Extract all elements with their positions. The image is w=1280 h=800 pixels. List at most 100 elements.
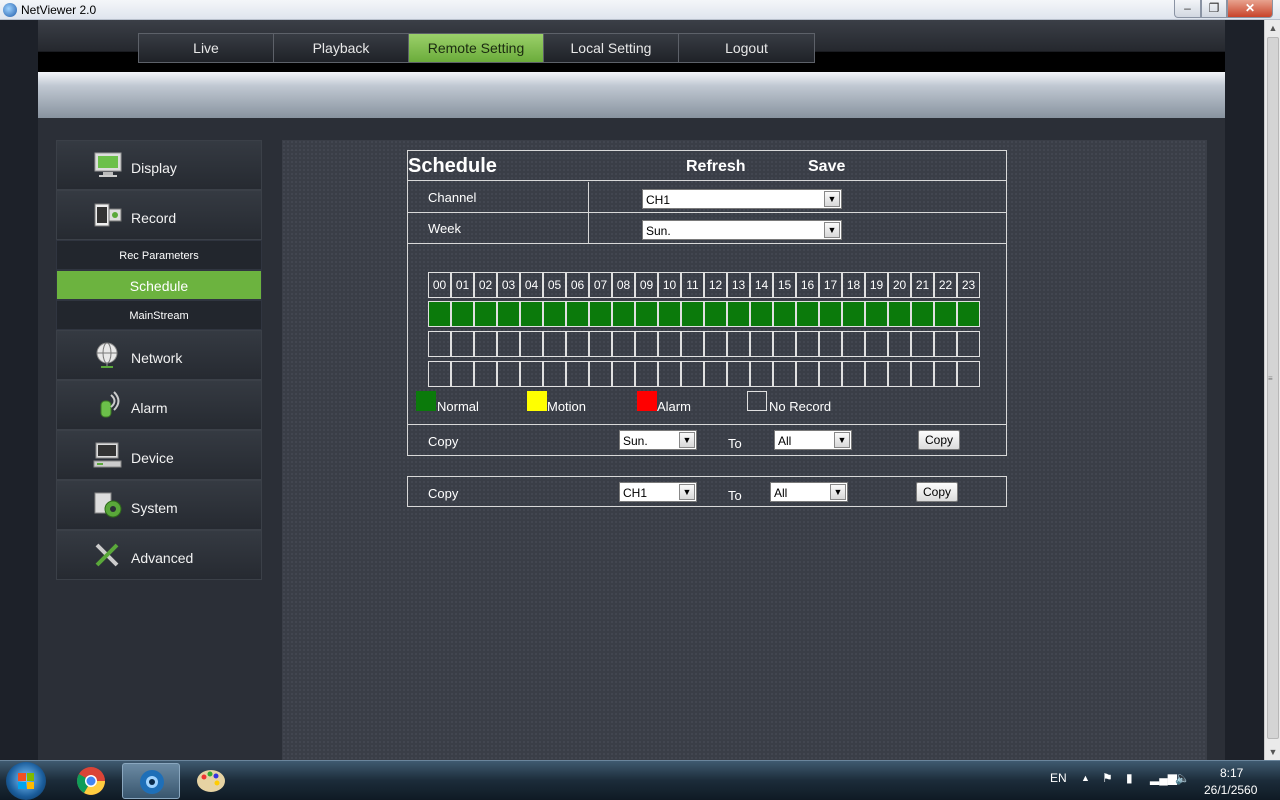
taskbar-paint[interactable] (182, 763, 240, 799)
schedule-slot[interactable] (911, 331, 934, 357)
language-indicator[interactable]: EN (1050, 771, 1067, 785)
schedule-slot[interactable] (727, 301, 750, 327)
schedule-slot[interactable] (520, 301, 543, 327)
schedule-slot[interactable] (819, 331, 842, 357)
schedule-slot[interactable] (543, 301, 566, 327)
schedule-slot[interactable] (865, 301, 888, 327)
schedule-slot[interactable] (842, 331, 865, 357)
schedule-slot[interactable] (865, 331, 888, 357)
schedule-slot[interactable] (566, 301, 589, 327)
schedule-slot[interactable] (635, 301, 658, 327)
scroll-down-icon[interactable]: ▼ (1265, 744, 1280, 760)
tab-local-setting[interactable]: Local Setting (544, 34, 679, 62)
schedule-slot[interactable] (796, 361, 819, 387)
network-signal-icon[interactable]: ▂▄▆ (1150, 771, 1177, 785)
chevron-down-icon[interactable]: ▼ (834, 432, 850, 448)
schedule-slot[interactable] (658, 331, 681, 357)
schedule-slot[interactable] (842, 301, 865, 327)
schedule-slot[interactable] (681, 301, 704, 327)
schedule-slot[interactable] (451, 361, 474, 387)
copy-channel-to-select[interactable]: All ▼ (770, 482, 848, 502)
schedule-slot[interactable] (589, 331, 612, 357)
sidebar-item-network[interactable]: Network (56, 330, 262, 380)
schedule-slot[interactable] (957, 361, 980, 387)
scroll-up-icon[interactable]: ▲ (1265, 20, 1280, 36)
tab-playback[interactable]: Playback (274, 34, 409, 62)
schedule-slot[interactable] (497, 331, 520, 357)
schedule-slot[interactable] (704, 361, 727, 387)
schedule-slot[interactable] (957, 331, 980, 357)
schedule-slot[interactable] (888, 331, 911, 357)
clock-date[interactable]: 26/1/2560 (1204, 783, 1257, 797)
refresh-button[interactable]: Refresh (686, 158, 746, 176)
schedule-slot[interactable] (658, 301, 681, 327)
schedule-slot[interactable] (474, 361, 497, 387)
schedule-slot[interactable] (635, 361, 658, 387)
chevron-down-icon[interactable]: ▼ (830, 484, 846, 500)
schedule-slot[interactable] (681, 331, 704, 357)
schedule-slot[interactable] (543, 361, 566, 387)
schedule-slot[interactable] (589, 301, 612, 327)
week-select[interactable]: Sun. ▼ (642, 220, 842, 240)
schedule-slot[interactable] (474, 301, 497, 327)
schedule-slot[interactable] (428, 331, 451, 357)
sidebar-subitem-schedule[interactable]: Schedule (56, 270, 262, 300)
schedule-slot[interactable] (612, 361, 635, 387)
sidebar-subitem-rec-parameters[interactable]: Rec Parameters (56, 240, 262, 270)
show-hidden-icons-icon[interactable]: ▲ (1081, 773, 1090, 783)
schedule-slot[interactable] (934, 301, 957, 327)
schedule-slot[interactable] (750, 301, 773, 327)
schedule-slot[interactable] (451, 301, 474, 327)
schedule-slot[interactable] (911, 301, 934, 327)
schedule-slot[interactable] (727, 361, 750, 387)
channel-select[interactable]: CH1 ▼ (642, 189, 842, 209)
chevron-down-icon[interactable]: ▼ (679, 484, 695, 500)
tab-live[interactable]: Live (139, 34, 274, 62)
schedule-slot[interactable] (934, 331, 957, 357)
sidebar-item-device[interactable]: Device (56, 430, 262, 480)
sidebar-item-alarm[interactable]: Alarm (56, 380, 262, 430)
copy-week-to-select[interactable]: All ▼ (774, 430, 852, 450)
schedule-slot[interactable] (589, 361, 612, 387)
schedule-slot[interactable] (819, 301, 842, 327)
schedule-slot[interactable] (727, 331, 750, 357)
tab-remote-setting[interactable]: Remote Setting (409, 34, 544, 62)
minimize-button[interactable]: – (1174, 0, 1201, 18)
taskbar-chrome[interactable] (62, 763, 120, 799)
power-icon[interactable]: ▮ (1126, 771, 1133, 785)
schedule-slot[interactable] (428, 361, 451, 387)
schedule-slot[interactable] (497, 301, 520, 327)
schedule-slot[interactable] (750, 361, 773, 387)
copy-week-from-select[interactable]: Sun. ▼ (619, 430, 697, 450)
start-button[interactable] (6, 762, 46, 800)
schedule-slot[interactable] (612, 301, 635, 327)
schedule-slot[interactable] (474, 331, 497, 357)
schedule-slot[interactable] (911, 361, 934, 387)
chevron-down-icon[interactable]: ▼ (824, 222, 840, 238)
schedule-slot[interactable] (773, 361, 796, 387)
sidebar-subitem-mainstream[interactable]: MainStream (56, 300, 262, 330)
schedule-slot[interactable] (681, 361, 704, 387)
tab-logout[interactable]: Logout (679, 34, 814, 62)
schedule-slot[interactable] (934, 361, 957, 387)
volume-icon[interactable]: 🔈 (1175, 771, 1190, 785)
schedule-slot[interactable] (497, 361, 520, 387)
sidebar-item-record[interactable]: Record (56, 190, 262, 240)
schedule-slot[interactable] (566, 361, 589, 387)
schedule-slot[interactable] (520, 361, 543, 387)
schedule-slot[interactable] (566, 331, 589, 357)
sidebar-item-system[interactable]: System (56, 480, 262, 530)
schedule-slot[interactable] (543, 331, 566, 357)
save-button[interactable]: Save (808, 158, 845, 176)
schedule-slot[interactable] (865, 361, 888, 387)
schedule-slot[interactable] (635, 331, 658, 357)
taskbar-netviewer[interactable] (122, 763, 180, 799)
schedule-slot[interactable] (888, 301, 911, 327)
schedule-slot[interactable] (428, 301, 451, 327)
schedule-slot[interactable] (612, 331, 635, 357)
schedule-slot[interactable] (704, 331, 727, 357)
action-center-flag-icon[interactable]: ⚑ (1102, 771, 1113, 785)
schedule-slot[interactable] (842, 361, 865, 387)
chevron-down-icon[interactable]: ▼ (679, 432, 695, 448)
sidebar-item-advanced[interactable]: Advanced (56, 530, 262, 580)
